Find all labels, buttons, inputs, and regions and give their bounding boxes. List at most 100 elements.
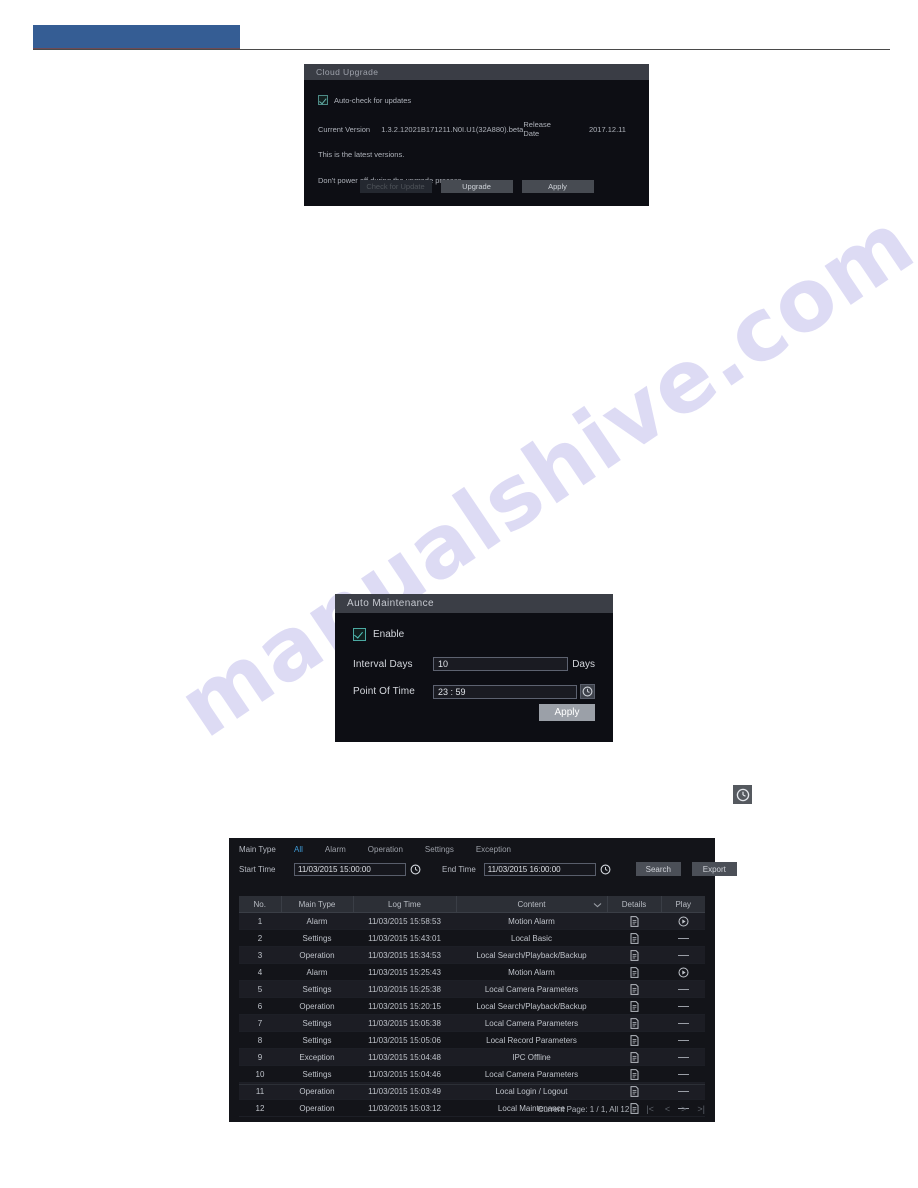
- document-icon[interactable]: [607, 912, 661, 930]
- dash-icon: [661, 1082, 705, 1100]
- prev-page-button[interactable]: <: [665, 1104, 670, 1114]
- cell-log-time: 11/03/2015 15:34:53: [353, 946, 456, 964]
- current-version-row: Current Version 1.3.2.12021B171211.N0I.U…: [318, 120, 635, 138]
- document-icon[interactable]: [607, 1048, 661, 1066]
- table-row[interactable]: 5 Settings 11/03/2015 15:25:38 Local Camera…: [239, 980, 705, 998]
- main-type-label: Main Type: [239, 845, 276, 854]
- main-type-filter-row: Main Type All Alarm Operation Settings E…: [239, 845, 705, 854]
- document-icon[interactable]: [607, 963, 661, 981]
- auto-check-row[interactable]: Auto-check for updates: [318, 95, 635, 105]
- log-type-tab-exception[interactable]: Exception: [476, 845, 511, 854]
- document-icon[interactable]: [607, 946, 661, 964]
- cell-main-type: Settings: [281, 1065, 353, 1083]
- document-icon[interactable]: [607, 929, 661, 947]
- cell-content: Local Login / Logout: [456, 1082, 607, 1100]
- cell-content: Local Camera Parameters: [456, 1065, 607, 1083]
- enable-checkbox[interactable]: [353, 628, 366, 641]
- page-header-banner: [33, 25, 240, 49]
- table-row[interactable]: 3 Operation 11/03/2015 15:34:53 Local Searc…: [239, 946, 705, 964]
- cell-log-time: 11/03/2015 15:25:38: [353, 980, 456, 998]
- play-icon[interactable]: [661, 963, 705, 981]
- last-page-button[interactable]: >|: [697, 1104, 705, 1114]
- column-header-play[interactable]: Play: [661, 896, 705, 913]
- document-icon[interactable]: [607, 1082, 661, 1100]
- check-for-update-button[interactable]: Check for Update: [359, 180, 432, 193]
- log-type-tab-settings[interactable]: Settings: [425, 845, 454, 854]
- upgrade-button[interactable]: Upgrade: [440, 180, 513, 193]
- table-row[interactable]: 11 Operation 11/03/2015 15:03:49 Local Logi…: [239, 1082, 705, 1100]
- clock-icon[interactable]: [580, 684, 595, 699]
- column-header-details[interactable]: Details: [607, 896, 662, 913]
- log-type-tab-operation[interactable]: Operation: [368, 845, 403, 854]
- cell-no: 10: [239, 1065, 281, 1083]
- document-icon[interactable]: [607, 997, 661, 1015]
- cell-content: Local Search/Playback/Backup: [456, 997, 607, 1015]
- play-icon[interactable]: [661, 912, 705, 930]
- log-toolbar: Main Type All Alarm Operation Settings E…: [229, 838, 737, 876]
- column-header-content-label: Content: [517, 899, 546, 909]
- table-row[interactable]: 1 Alarm 11/03/2015 15:58:53 Motion Alarm: [239, 912, 705, 930]
- column-header-content[interactable]: Content: [456, 896, 608, 913]
- point-of-time-row: Point Of Time: [353, 684, 595, 699]
- point-of-time-input[interactable]: [433, 684, 577, 699]
- table-row[interactable]: 6 Operation 11/03/2015 15:20:15 Local Searc…: [239, 997, 705, 1015]
- table-row[interactable]: 10 Settings 11/03/2015 15:04:46 Local Camer…: [239, 1065, 705, 1083]
- dash-icon: [661, 1031, 705, 1049]
- cell-content: Local Camera Parameters: [456, 980, 607, 998]
- table-row[interactable]: 8 Settings 11/03/2015 15:05:06 Local Record…: [239, 1031, 705, 1049]
- column-header-no[interactable]: No.: [239, 896, 282, 913]
- cell-main-type: Settings: [281, 929, 353, 947]
- next-page-button[interactable]: >: [681, 1104, 686, 1114]
- cell-log-time: 11/03/2015 15:43:01: [353, 929, 456, 947]
- dash-icon: [661, 946, 705, 964]
- start-time-input[interactable]: [294, 862, 406, 876]
- log-time-range-row: Start Time End Time Search Export: [239, 862, 737, 876]
- interval-days-row: Interval Days Days: [353, 657, 595, 671]
- cell-no: 6: [239, 997, 281, 1015]
- cell-content: IPC Offline: [456, 1048, 607, 1066]
- cell-main-type: Operation: [281, 1082, 353, 1100]
- release-date-value: 2017.12.11: [588, 124, 626, 134]
- cell-no: 11: [239, 1082, 281, 1100]
- clock-icon[interactable]: [733, 785, 752, 804]
- log-type-tab-all[interactable]: All: [294, 845, 303, 854]
- log-pagination-bar: Current Page: 1 / 1, All 12 |< < > >|: [239, 1104, 705, 1114]
- cell-main-type: Alarm: [281, 963, 353, 981]
- table-row[interactable]: 7 Settings 11/03/2015 15:05:38 Local Camera…: [239, 1014, 705, 1032]
- chevron-down-icon[interactable]: [593, 901, 602, 910]
- table-row[interactable]: 4 Alarm 11/03/2015 15:25:43 Motion Alarm: [239, 963, 705, 981]
- first-page-button[interactable]: |<: [646, 1104, 654, 1114]
- cell-main-type: Settings: [281, 1014, 353, 1032]
- cell-no: 5: [239, 980, 281, 998]
- dash-icon: [661, 980, 705, 998]
- export-button[interactable]: Export: [691, 862, 737, 876]
- cell-no: 7: [239, 1014, 281, 1032]
- enable-row[interactable]: Enable: [353, 628, 595, 641]
- document-icon[interactable]: [607, 980, 661, 998]
- table-row[interactable]: 2 Settings 11/03/2015 15:43:01 Local Basic: [239, 929, 705, 947]
- end-time-clock-icon[interactable]: [599, 863, 612, 876]
- cell-log-time: 11/03/2015 15:25:43: [353, 963, 456, 981]
- cell-main-type: Settings: [281, 1031, 353, 1049]
- log-table-bottom-rule: [239, 1084, 705, 1085]
- cell-content: Local Search/Playback/Backup: [456, 946, 607, 964]
- document-icon[interactable]: [607, 1031, 661, 1049]
- column-header-maintype[interactable]: Main Type: [281, 896, 354, 913]
- auto-check-checkbox[interactable]: [318, 95, 328, 105]
- start-time-clock-icon[interactable]: [409, 863, 422, 876]
- table-row[interactable]: 9 Exception 11/03/2015 15:04:48 IPC Offline: [239, 1048, 705, 1066]
- cloud-upgrade-apply-button[interactable]: Apply: [521, 180, 594, 193]
- interval-days-input[interactable]: [433, 657, 569, 671]
- cell-log-time: 11/03/2015 15:03:49: [353, 1082, 456, 1100]
- auto-maintenance-apply-button[interactable]: Apply: [539, 704, 595, 721]
- cell-log-time: 11/03/2015 15:05:38: [353, 1014, 456, 1032]
- cloud-upgrade-body: Auto-check for updates Current Version 1…: [304, 95, 649, 185]
- log-type-tab-alarm[interactable]: Alarm: [325, 845, 346, 854]
- end-time-input[interactable]: [483, 862, 596, 876]
- document-icon[interactable]: [607, 1014, 661, 1032]
- document-icon[interactable]: [607, 1065, 661, 1083]
- dash-icon: [661, 1048, 705, 1066]
- search-button[interactable]: Search: [635, 862, 681, 876]
- auto-maintenance-dialog: Auto Maintenance Enable Interval Days Da…: [335, 594, 613, 742]
- column-header-logtime[interactable]: Log Time: [353, 896, 457, 913]
